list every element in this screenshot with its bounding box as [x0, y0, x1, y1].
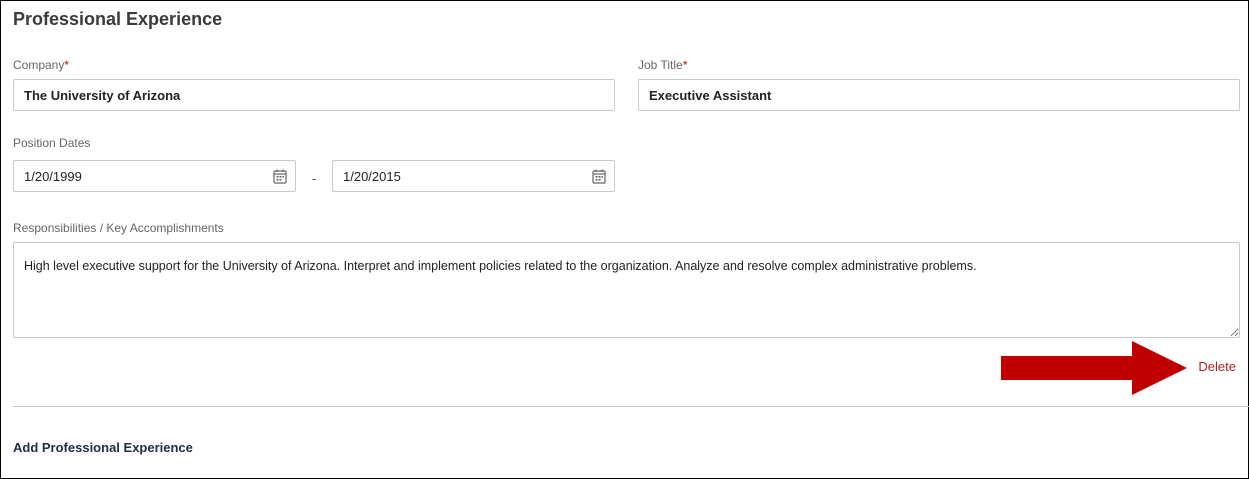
- arrow-right-icon: [1001, 341, 1187, 395]
- add-professional-experience-link[interactable]: Add Professional Experience: [13, 440, 193, 455]
- divider: [13, 406, 1249, 407]
- required-mark: *: [64, 58, 70, 72]
- section-title: Professional Experience: [13, 9, 223, 29]
- calendar-icon[interactable]: [273, 169, 287, 184]
- job-title-input[interactable]: [638, 79, 1240, 111]
- company-input[interactable]: [13, 79, 615, 111]
- delete-link[interactable]: Delete: [1198, 359, 1236, 374]
- calendar-icon[interactable]: [592, 169, 606, 184]
- responsibilities-label: Responsibilities / Key Accomplishments: [13, 221, 224, 235]
- date-separator: -: [312, 171, 317, 186]
- form-container: Professional Experience Company* Job Tit…: [0, 0, 1249, 479]
- company-label: Company*: [13, 58, 70, 72]
- start-date-input[interactable]: [13, 160, 296, 192]
- responsibilities-textarea[interactable]: High level executive support for the Uni…: [13, 242, 1240, 338]
- end-date-input[interactable]: [332, 160, 615, 192]
- job-title-label: Job Title*: [638, 58, 688, 72]
- position-dates-label: Position Dates: [13, 136, 91, 150]
- required-mark: *: [682, 58, 688, 72]
